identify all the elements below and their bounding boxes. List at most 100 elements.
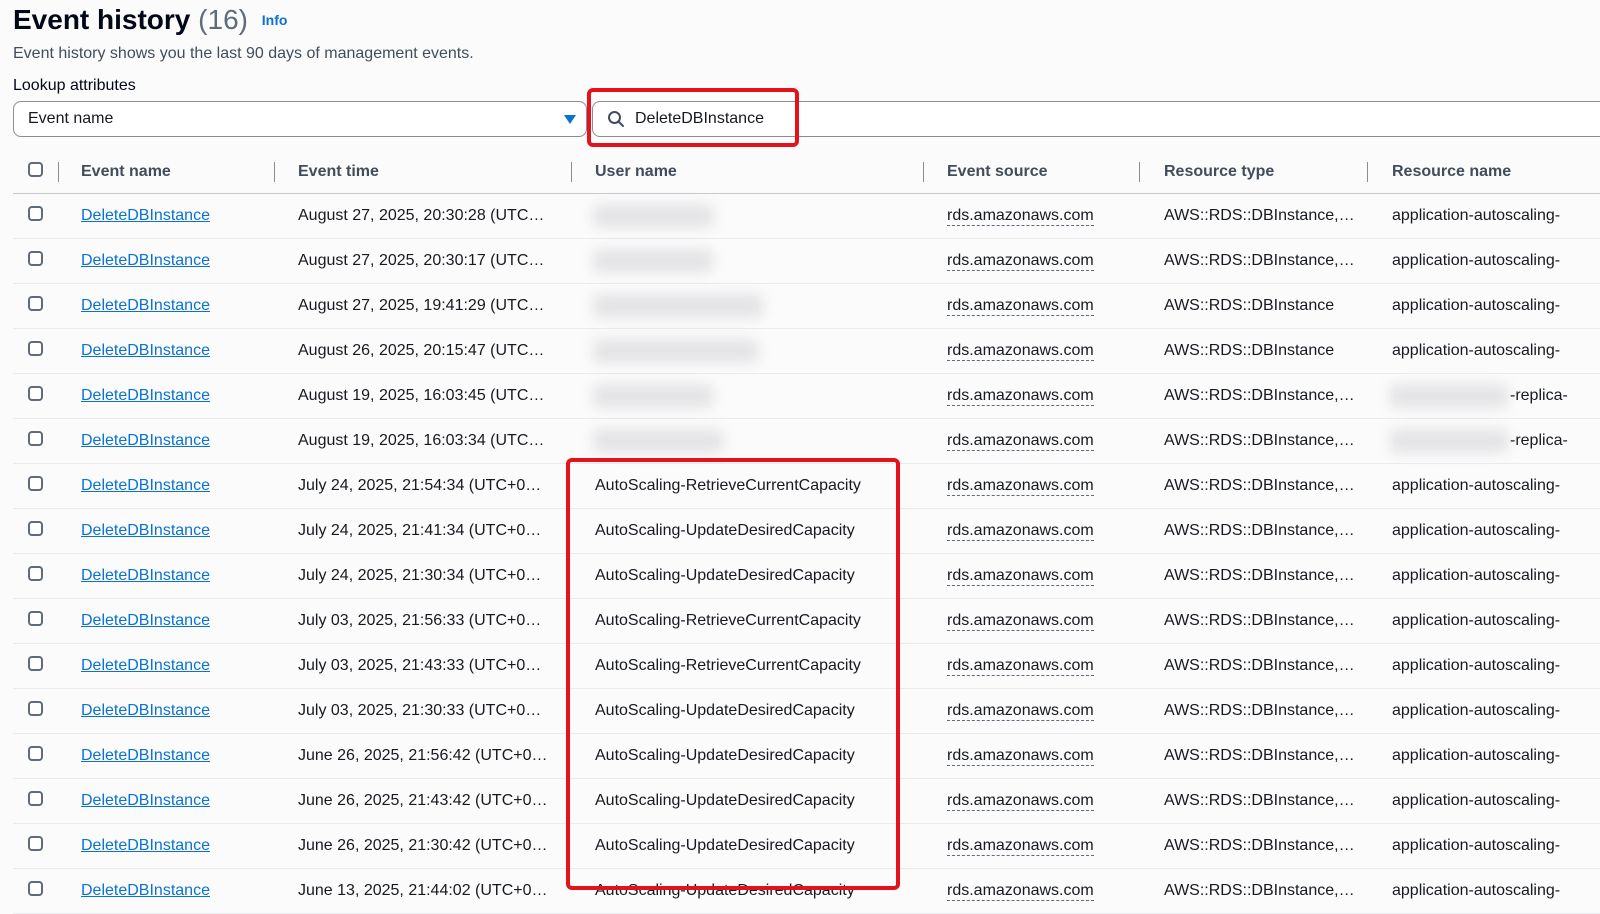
select-all-checkbox[interactable] [28,162,43,177]
table-header: Event name Event time User name Event so… [13,150,1600,194]
event-source[interactable]: rds.amazonaws.com [947,747,1094,766]
table-row[interactable]: DeleteDBInstance July 24, 2025, 21:54:34… [13,464,1600,509]
row-checkbox[interactable] [28,251,43,266]
table-row[interactable]: DeleteDBInstance July 24, 2025, 21:41:34… [13,509,1600,554]
event-name-link[interactable]: DeleteDBInstance [81,702,210,720]
row-checkbox[interactable] [28,746,43,761]
column-separator [58,162,59,182]
event-source[interactable]: rds.amazonaws.com [947,387,1094,406]
redacted-user-name [593,384,713,408]
table-row[interactable]: DeleteDBInstance June 13, 2025, 21:44:02… [13,869,1600,914]
row-checkbox[interactable] [28,206,43,221]
row-checkbox[interactable] [28,431,43,446]
table-row[interactable]: DeleteDBInstance July 03, 2025, 21:30:33… [13,689,1600,734]
row-checkbox[interactable] [28,836,43,851]
redacted-user-name [593,204,713,228]
event-source[interactable]: rds.amazonaws.com [947,297,1094,316]
event-source[interactable]: rds.amazonaws.com [947,612,1094,631]
event-source[interactable]: rds.amazonaws.com [947,882,1094,901]
resource-type: AWS::RDS::DBInstance,… [1164,387,1355,404]
event-name-link[interactable]: DeleteDBInstance [81,297,210,315]
column-separator[interactable] [274,162,275,182]
event-name-link[interactable]: DeleteDBInstance [81,207,210,225]
row-checkbox[interactable] [28,566,43,581]
event-source[interactable]: rds.amazonaws.com [947,522,1094,541]
page-title: Event history (16) Info [13,4,287,36]
event-source[interactable]: rds.amazonaws.com [947,477,1094,496]
table-row[interactable]: DeleteDBInstance July 03, 2025, 21:43:33… [13,644,1600,689]
resource-type: AWS::RDS::DBInstance,… [1164,432,1355,449]
row-checkbox[interactable] [28,521,43,536]
table-row[interactable]: DeleteDBInstance August 27, 2025, 20:30:… [13,194,1600,239]
lookup-attribute-select[interactable]: Event name [13,101,587,137]
table-row[interactable]: DeleteDBInstance July 03, 2025, 21:56:33… [13,599,1600,644]
event-name-link[interactable]: DeleteDBInstance [81,882,210,900]
event-time: July 24, 2025, 21:41:34 (UTC+0… [298,522,542,539]
event-name-link[interactable]: DeleteDBInstance [81,342,210,360]
row-checkbox[interactable] [28,386,43,401]
event-name-link[interactable]: DeleteDBInstance [81,792,210,810]
resource-name: application-autoscaling- [1392,657,1561,674]
event-name-link[interactable]: DeleteDBInstance [81,747,210,765]
column-separator[interactable] [1367,162,1368,182]
column-header-user-name[interactable]: User name [595,150,677,193]
table-row[interactable]: DeleteDBInstance August 27, 2025, 20:30:… [13,239,1600,284]
column-header-event-source[interactable]: Event source [947,150,1047,193]
row-checkbox[interactable] [28,656,43,671]
event-name-link[interactable]: DeleteDBInstance [81,522,210,540]
event-name-link[interactable]: DeleteDBInstance [81,252,210,270]
column-header-event-name[interactable]: Event name [81,150,171,193]
caret-down-icon [564,115,576,124]
search-icon [608,111,624,127]
event-name-link[interactable]: DeleteDBInstance [81,477,210,495]
event-name-link[interactable]: DeleteDBInstance [81,567,210,585]
row-checkbox[interactable] [28,611,43,626]
table-row[interactable]: DeleteDBInstance June 26, 2025, 21:56:42… [13,734,1600,779]
event-name-link[interactable]: DeleteDBInstance [81,657,210,675]
column-separator[interactable] [923,162,924,182]
row-checkbox[interactable] [28,341,43,356]
table-row[interactable]: DeleteDBInstance August 27, 2025, 19:41:… [13,284,1600,329]
row-checkbox[interactable] [28,476,43,491]
resource-name: application-autoscaling- [1392,297,1561,314]
lookup-attributes-label: Lookup attributes [13,77,136,94]
user-name: AutoScaling-UpdateDesiredCapacity [595,792,855,809]
table-row[interactable]: DeleteDBInstance August 19, 2025, 16:03:… [13,374,1600,419]
resource-name: application-autoscaling- [1392,837,1561,854]
event-source[interactable]: rds.amazonaws.com [947,837,1094,856]
table-row[interactable]: DeleteDBInstance August 26, 2025, 20:15:… [13,329,1600,374]
info-link[interactable]: Info [262,12,288,28]
table-row[interactable]: DeleteDBInstance August 19, 2025, 16:03:… [13,419,1600,464]
table-row[interactable]: DeleteDBInstance June 26, 2025, 21:30:42… [13,824,1600,869]
event-source[interactable]: rds.amazonaws.com [947,207,1094,226]
event-source[interactable]: rds.amazonaws.com [947,792,1094,811]
event-source[interactable]: rds.amazonaws.com [947,252,1094,271]
row-checkbox[interactable] [28,791,43,806]
event-name-link[interactable]: DeleteDBInstance [81,432,210,450]
event-time: August 27, 2025, 19:41:29 (UTC… [298,297,545,314]
resource-name: application-autoscaling- [1392,792,1561,809]
column-header-resource-type[interactable]: Resource type [1164,150,1274,193]
resource-name: application-autoscaling- [1392,702,1561,719]
table-row[interactable]: DeleteDBInstance July 24, 2025, 21:30:34… [13,554,1600,599]
row-checkbox[interactable] [28,701,43,716]
search-input[interactable]: DeleteDBInstance [592,101,1600,137]
column-header-event-time[interactable]: Event time [298,150,379,193]
event-source[interactable]: rds.amazonaws.com [947,657,1094,676]
row-checkbox[interactable] [28,296,43,311]
resource-name: application-autoscaling- [1392,207,1561,224]
column-separator[interactable] [571,162,572,182]
row-checkbox[interactable] [28,881,43,896]
redacted-user-name [593,294,763,318]
event-name-link[interactable]: DeleteDBInstance [81,612,210,630]
event-source[interactable]: rds.amazonaws.com [947,432,1094,451]
column-header-resource-name[interactable]: Resource name [1392,150,1511,193]
event-time: July 03, 2025, 21:43:33 (UTC+0… [298,657,542,674]
event-name-link[interactable]: DeleteDBInstance [81,837,210,855]
event-source[interactable]: rds.amazonaws.com [947,702,1094,721]
column-separator[interactable] [1139,162,1140,182]
table-row[interactable]: DeleteDBInstance June 26, 2025, 21:43:42… [13,779,1600,824]
event-source[interactable]: rds.amazonaws.com [947,567,1094,586]
event-name-link[interactable]: DeleteDBInstance [81,387,210,405]
event-source[interactable]: rds.amazonaws.com [947,342,1094,361]
